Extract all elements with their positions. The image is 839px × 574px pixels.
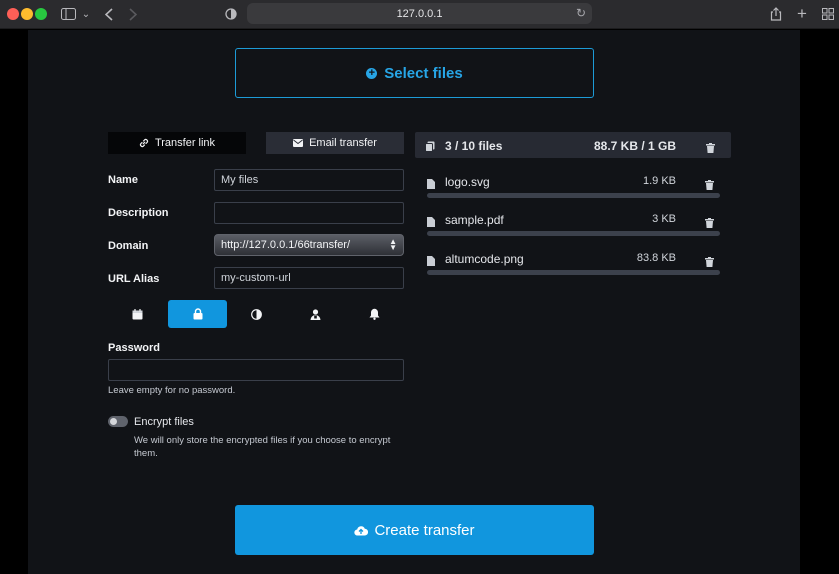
calendar-icon [132, 308, 143, 319]
select-arrows-icon: ▲ ▼ [389, 237, 397, 252]
files-total-size: 88.7 KB / 1 GB [593, 139, 676, 153]
file-doc-icon [427, 253, 435, 271]
forward-icon[interactable] [124, 5, 142, 23]
name-label: Name [108, 174, 138, 186]
new-tab-icon[interactable]: + [793, 4, 811, 23]
description-label: Description [108, 207, 169, 219]
encrypt-files-help: We will only store the encrypted files i… [134, 435, 391, 459]
tab-password[interactable] [168, 300, 227, 328]
file-row: sample.pdf 3 KB [425, 213, 721, 237]
tab-overview-icon[interactable] [819, 5, 837, 23]
tab-notifications[interactable] [345, 300, 404, 328]
toggle-knob [110, 418, 117, 425]
file-size: 3 KB [652, 213, 676, 225]
file-row: altumcode.png 83.8 KB [425, 252, 721, 276]
file-name: altumcode.png [445, 252, 524, 266]
sidebar-icon[interactable] [59, 5, 77, 23]
tab-transfer-link-label: Transfer link [154, 137, 216, 149]
close-window-button[interactable] [7, 8, 19, 20]
file-size: 1.9 KB [642, 175, 676, 187]
address-bar[interactable]: 127.0.0.1 ↻ [247, 3, 592, 24]
url-text: 127.0.0.1 [396, 7, 443, 20]
name-input-value: My files [221, 174, 259, 186]
reload-icon[interactable]: ↻ [576, 6, 586, 20]
envelope-icon [293, 139, 304, 147]
lock-icon [193, 308, 202, 320]
name-input[interactable]: My files [214, 169, 404, 191]
file-doc-icon [427, 214, 435, 232]
select-files-button[interactable]: + Select files [235, 48, 594, 98]
files-count: 3 / 10 files [445, 139, 503, 153]
bell-icon [369, 308, 380, 320]
contrast-icon [251, 308, 262, 320]
tab-access[interactable] [286, 300, 345, 328]
tab-email-transfer[interactable]: Email transfer [266, 132, 404, 154]
cloud-upload-icon [354, 525, 369, 536]
password-help: Leave empty for no password. [108, 385, 236, 396]
select-files-label: Select files [384, 64, 463, 82]
back-icon[interactable] [100, 5, 118, 23]
zoom-window-button[interactable] [35, 8, 47, 20]
description-input[interactable] [214, 202, 404, 224]
files-copy-icon [425, 139, 435, 157]
tab-appearance[interactable] [227, 300, 286, 328]
chevron-down-icon[interactable]: ⌄ [77, 5, 95, 23]
password-label: Password [108, 342, 160, 354]
user-icon [310, 308, 321, 320]
plus-circle-icon: + [366, 67, 378, 79]
domain-select[interactable]: http://127.0.0.1/66transfer/ ▲ ▼ [214, 234, 404, 256]
file-row: logo.svg 1.9 KB [425, 175, 721, 199]
create-transfer-label: Create transfer [374, 521, 475, 539]
domain-label: Domain [108, 240, 149, 252]
tab-schedule[interactable] [108, 300, 167, 328]
encrypt-files-label: Encrypt files [134, 416, 194, 428]
files-summary-header: 3 / 10 files 88.7 KB / 1 GB [415, 132, 731, 158]
file-name: sample.pdf [445, 213, 504, 227]
file-doc-icon [427, 176, 435, 194]
browser-toolbar: ⌄ 127.0.0.1 ↻ + [0, 0, 839, 29]
file-progress-bar [427, 231, 720, 236]
file-name: logo.svg [445, 175, 490, 189]
minimize-window-button[interactable] [21, 8, 33, 20]
page-margin-left [0, 30, 28, 574]
url-alias-input[interactable]: my-custom-url [214, 267, 404, 289]
tab-transfer-link[interactable]: Transfer link [108, 132, 246, 154]
domain-select-value: http://127.0.0.1/66transfer/ [221, 239, 351, 251]
trash-icon[interactable] [706, 140, 715, 158]
page-margin-right [800, 30, 839, 574]
file-progress-bar [427, 193, 720, 198]
file-size: 83.8 KB [636, 252, 676, 264]
tab-email-transfer-label: Email transfer [309, 137, 377, 149]
privacy-shield-icon[interactable] [222, 5, 240, 23]
password-input[interactable] [108, 359, 404, 381]
url-alias-placeholder: my-custom-url [221, 272, 291, 284]
create-transfer-button[interactable]: Create transfer [235, 505, 594, 555]
file-progress-bar [427, 270, 720, 275]
share-icon[interactable] [767, 5, 785, 23]
encrypt-files-toggle[interactable] [108, 416, 128, 427]
url-alias-label: URL Alias [108, 273, 160, 285]
link-icon [139, 138, 149, 148]
